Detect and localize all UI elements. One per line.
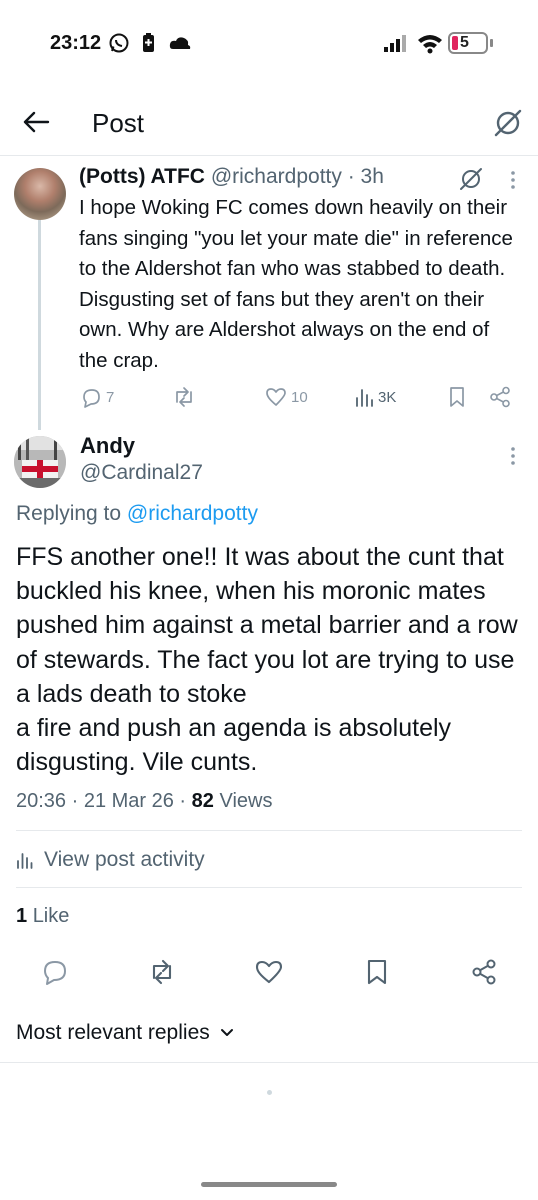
share-icon — [490, 386, 510, 408]
view-count: 3K — [378, 388, 397, 406]
sort-replies-dropdown[interactable]: Most relevant replies — [16, 1021, 234, 1045]
post-author[interactable]: (Potts) ATFC @richardpotty · 3h — [79, 165, 384, 189]
analytics-icon — [17, 853, 33, 869]
wifi-icon — [417, 32, 443, 54]
bookmark-icon — [367, 959, 387, 985]
divider — [16, 830, 522, 831]
like-button[interactable]: 10 — [265, 385, 308, 409]
bookmark-button[interactable] — [447, 385, 467, 409]
grok-button[interactable] — [458, 166, 484, 192]
thread-line — [38, 218, 41, 430]
view-post-activity-link[interactable]: View post activity — [16, 848, 205, 872]
post-text: FFS another one!! It was about the cunt … — [16, 543, 518, 777]
like-button[interactable] — [255, 958, 283, 986]
like-label: Like — [32, 905, 70, 927]
post-timestamp[interactable]: 20:36 · 21 Mar 26 · — [16, 790, 186, 812]
cloud-icon — [168, 32, 192, 54]
post-time: · 3h — [347, 165, 384, 188]
page-title: Post — [92, 108, 145, 138]
more-vertical-icon — [511, 171, 515, 189]
repost-button[interactable] — [172, 385, 200, 409]
share-button[interactable] — [489, 385, 511, 409]
grok-icon — [460, 168, 482, 190]
post-meta: 20:36 · 21 Mar 26 · 82 Views — [16, 790, 272, 813]
battery-fill — [452, 36, 458, 50]
post-header: Post — [0, 90, 538, 156]
bookmark-icon — [450, 387, 464, 407]
view-count: 82 — [191, 790, 214, 812]
heart-icon — [255, 960, 283, 984]
like-count: 1 — [16, 905, 28, 927]
divider — [0, 1062, 538, 1063]
battery-saver-icon — [141, 32, 157, 54]
battery-icon: 5 — [448, 32, 488, 54]
repost-icon — [152, 959, 172, 985]
reply-icon — [83, 389, 100, 408]
reply-button[interactable] — [41, 958, 69, 986]
loading-indicator — [267, 1090, 272, 1095]
more-vertical-icon — [511, 447, 515, 465]
share-button[interactable] — [470, 958, 498, 986]
user-handle[interactable]: @Cardinal27 — [80, 461, 203, 485]
analytics-icon — [356, 389, 373, 407]
more-options-button[interactable] — [505, 446, 521, 466]
views-button[interactable]: 3K — [354, 385, 396, 409]
grok-icon — [494, 109, 522, 137]
home-indicator[interactable] — [201, 1182, 337, 1187]
bookmark-button[interactable] — [363, 958, 391, 986]
heart-icon — [266, 388, 286, 406]
status-bar: 23:12 5 — [0, 0, 538, 90]
chevron-down-icon — [220, 1029, 233, 1036]
header-divider — [0, 155, 538, 156]
replying-to-label: Replying to — [16, 502, 122, 525]
more-options-button[interactable] — [505, 170, 521, 190]
grok-button[interactable] — [493, 108, 523, 138]
status-time: 23:12 — [50, 32, 102, 54]
post-text: I hope Woking FC comes down heavily on t… — [79, 196, 513, 372]
repost-icon — [176, 387, 192, 407]
reply-button[interactable]: 7 — [80, 385, 114, 409]
battery-cap — [490, 39, 493, 47]
divider — [16, 887, 522, 888]
mention-link[interactable]: @richardpotty — [127, 502, 258, 525]
avatar-image — [14, 436, 66, 488]
like-count: 10 — [291, 388, 308, 406]
avatar[interactable] — [14, 436, 66, 488]
display-name[interactable]: Andy — [80, 433, 135, 459]
reply-count: 7 — [106, 388, 115, 406]
reply-icon — [44, 961, 66, 985]
arrow-left-icon — [23, 111, 50, 133]
whatsapp-icon — [108, 32, 130, 54]
signal-icon — [383, 32, 409, 54]
share-icon — [472, 959, 496, 985]
user-handle[interactable]: @richardpotty — [211, 165, 342, 188]
sort-replies-label: Most relevant replies — [16, 1021, 210, 1044]
views-label: Views — [219, 790, 273, 812]
repost-button[interactable] — [148, 958, 176, 986]
battery-level: 5 — [460, 34, 469, 51]
back-button[interactable] — [22, 110, 50, 134]
replying-to: Replying to @richardpotty — [16, 502, 258, 526]
view-post-activity-label: View post activity — [44, 848, 205, 871]
avatar[interactable] — [14, 168, 66, 220]
display-name[interactable]: (Potts) ATFC — [79, 165, 205, 188]
likes-summary[interactable]: 1 Like — [16, 905, 69, 928]
